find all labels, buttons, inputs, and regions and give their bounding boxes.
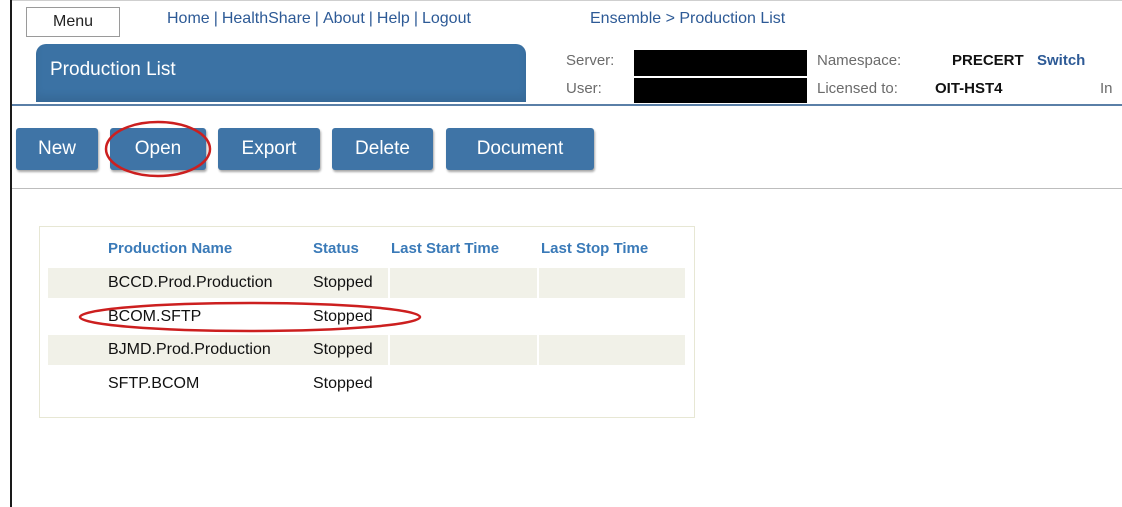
cell-divider [388, 335, 390, 365]
status-cell: Stopped [313, 341, 373, 358]
nav-separator: | [413, 10, 418, 27]
status-cell: Stopped [313, 274, 373, 291]
status-cell: Stopped [313, 308, 373, 325]
column-header-production-name[interactable]: Production Name [108, 240, 232, 257]
status-cell: Stopped [313, 375, 373, 392]
menu-button[interactable]: Menu [26, 7, 120, 37]
document-button[interactable]: Document [446, 128, 594, 170]
truncated-header-text: In [1100, 80, 1113, 97]
breadcrumb[interactable]: Ensemble > Production List [590, 10, 785, 28]
user-label: User: [566, 80, 602, 97]
page-title: Production List [50, 59, 176, 80]
production-name-cell[interactable]: BJMD.Prod.Production [108, 341, 271, 359]
cell-divider [537, 335, 539, 365]
export-button[interactable]: Export [218, 128, 320, 170]
column-header-last-start-time[interactable]: Last Start Time [391, 240, 499, 257]
nav-about-link[interactable]: About [323, 10, 365, 27]
cell-divider [388, 268, 390, 298]
namespace-label: Namespace: [817, 52, 902, 69]
namespace-value: PRECERT [952, 52, 1024, 69]
nav-separator: | [314, 10, 319, 27]
nav-help-link[interactable]: Help [377, 10, 410, 27]
column-header-status[interactable]: Status [313, 240, 359, 257]
toolbar-divider [12, 188, 1122, 189]
nav-logout-link[interactable]: Logout [422, 10, 471, 27]
nav-healthshare-link[interactable]: HealthShare [222, 10, 311, 27]
new-button[interactable]: New [16, 128, 98, 170]
licensed-to-label: Licensed to: [817, 80, 898, 97]
user-value-redaction [634, 78, 807, 103]
column-header-last-stop-time[interactable]: Last Stop Time [541, 240, 648, 257]
production-name-cell[interactable]: BCCD.Prod.Production [108, 274, 273, 292]
server-label: Server: [566, 52, 615, 69]
nav-separator: | [213, 10, 218, 27]
licensed-to-value: OIT-HST4 [935, 80, 1003, 97]
nav-home-link[interactable]: Home [167, 10, 210, 27]
top-nav-links: Home | HealthShare | About | Help | Logout [167, 10, 471, 28]
open-button[interactable]: Open [110, 128, 206, 170]
delete-button[interactable]: Delete [332, 128, 433, 170]
nav-separator: | [368, 10, 373, 27]
server-value-redaction [634, 50, 807, 76]
production-name-cell[interactable]: BCOM.SFTP [108, 308, 201, 326]
production-name-cell[interactable]: SFTP.BCOM [108, 375, 199, 393]
namespace-switch-link[interactable]: Switch [1037, 52, 1085, 69]
cell-divider [537, 268, 539, 298]
